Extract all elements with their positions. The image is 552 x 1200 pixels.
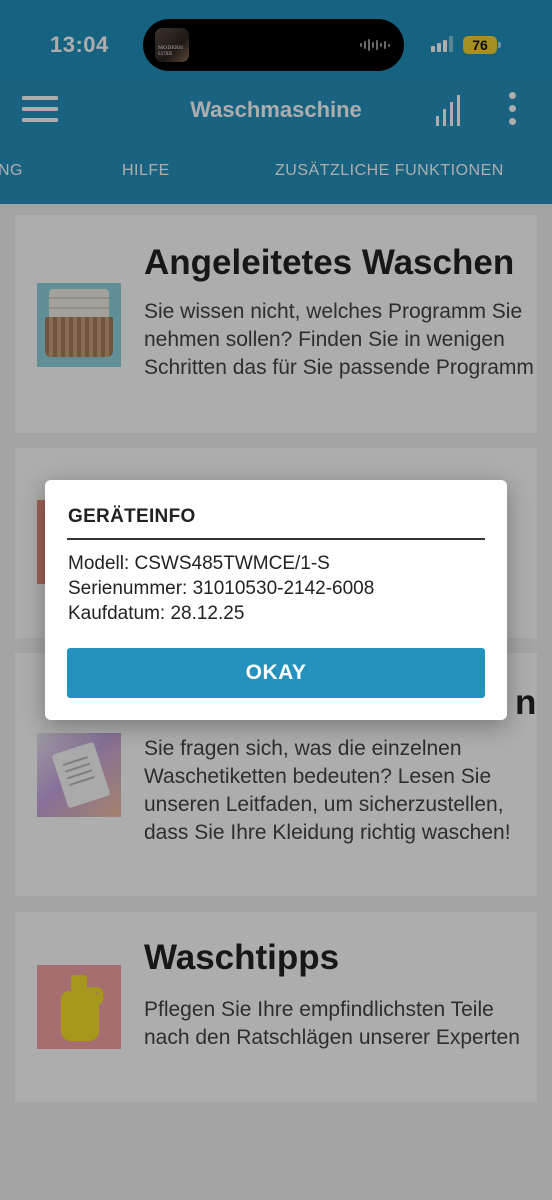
dialog-divider — [67, 538, 485, 540]
okay-button[interactable]: OKAY — [67, 648, 485, 698]
purchase-date-text: Kaufdatum: 28.12.25 — [68, 603, 245, 624]
model-text: Modell: CSWS485TWMCE/1-S — [68, 553, 330, 574]
serial-number-text: Serienummer: 31010530-2142-6008 — [68, 578, 375, 599]
device-info-dialog: GERÄTEINFO Modell: CSWS485TWMCE/1-S Seri… — [45, 480, 507, 720]
dialog-title: GERÄTEINFO — [68, 506, 196, 527]
